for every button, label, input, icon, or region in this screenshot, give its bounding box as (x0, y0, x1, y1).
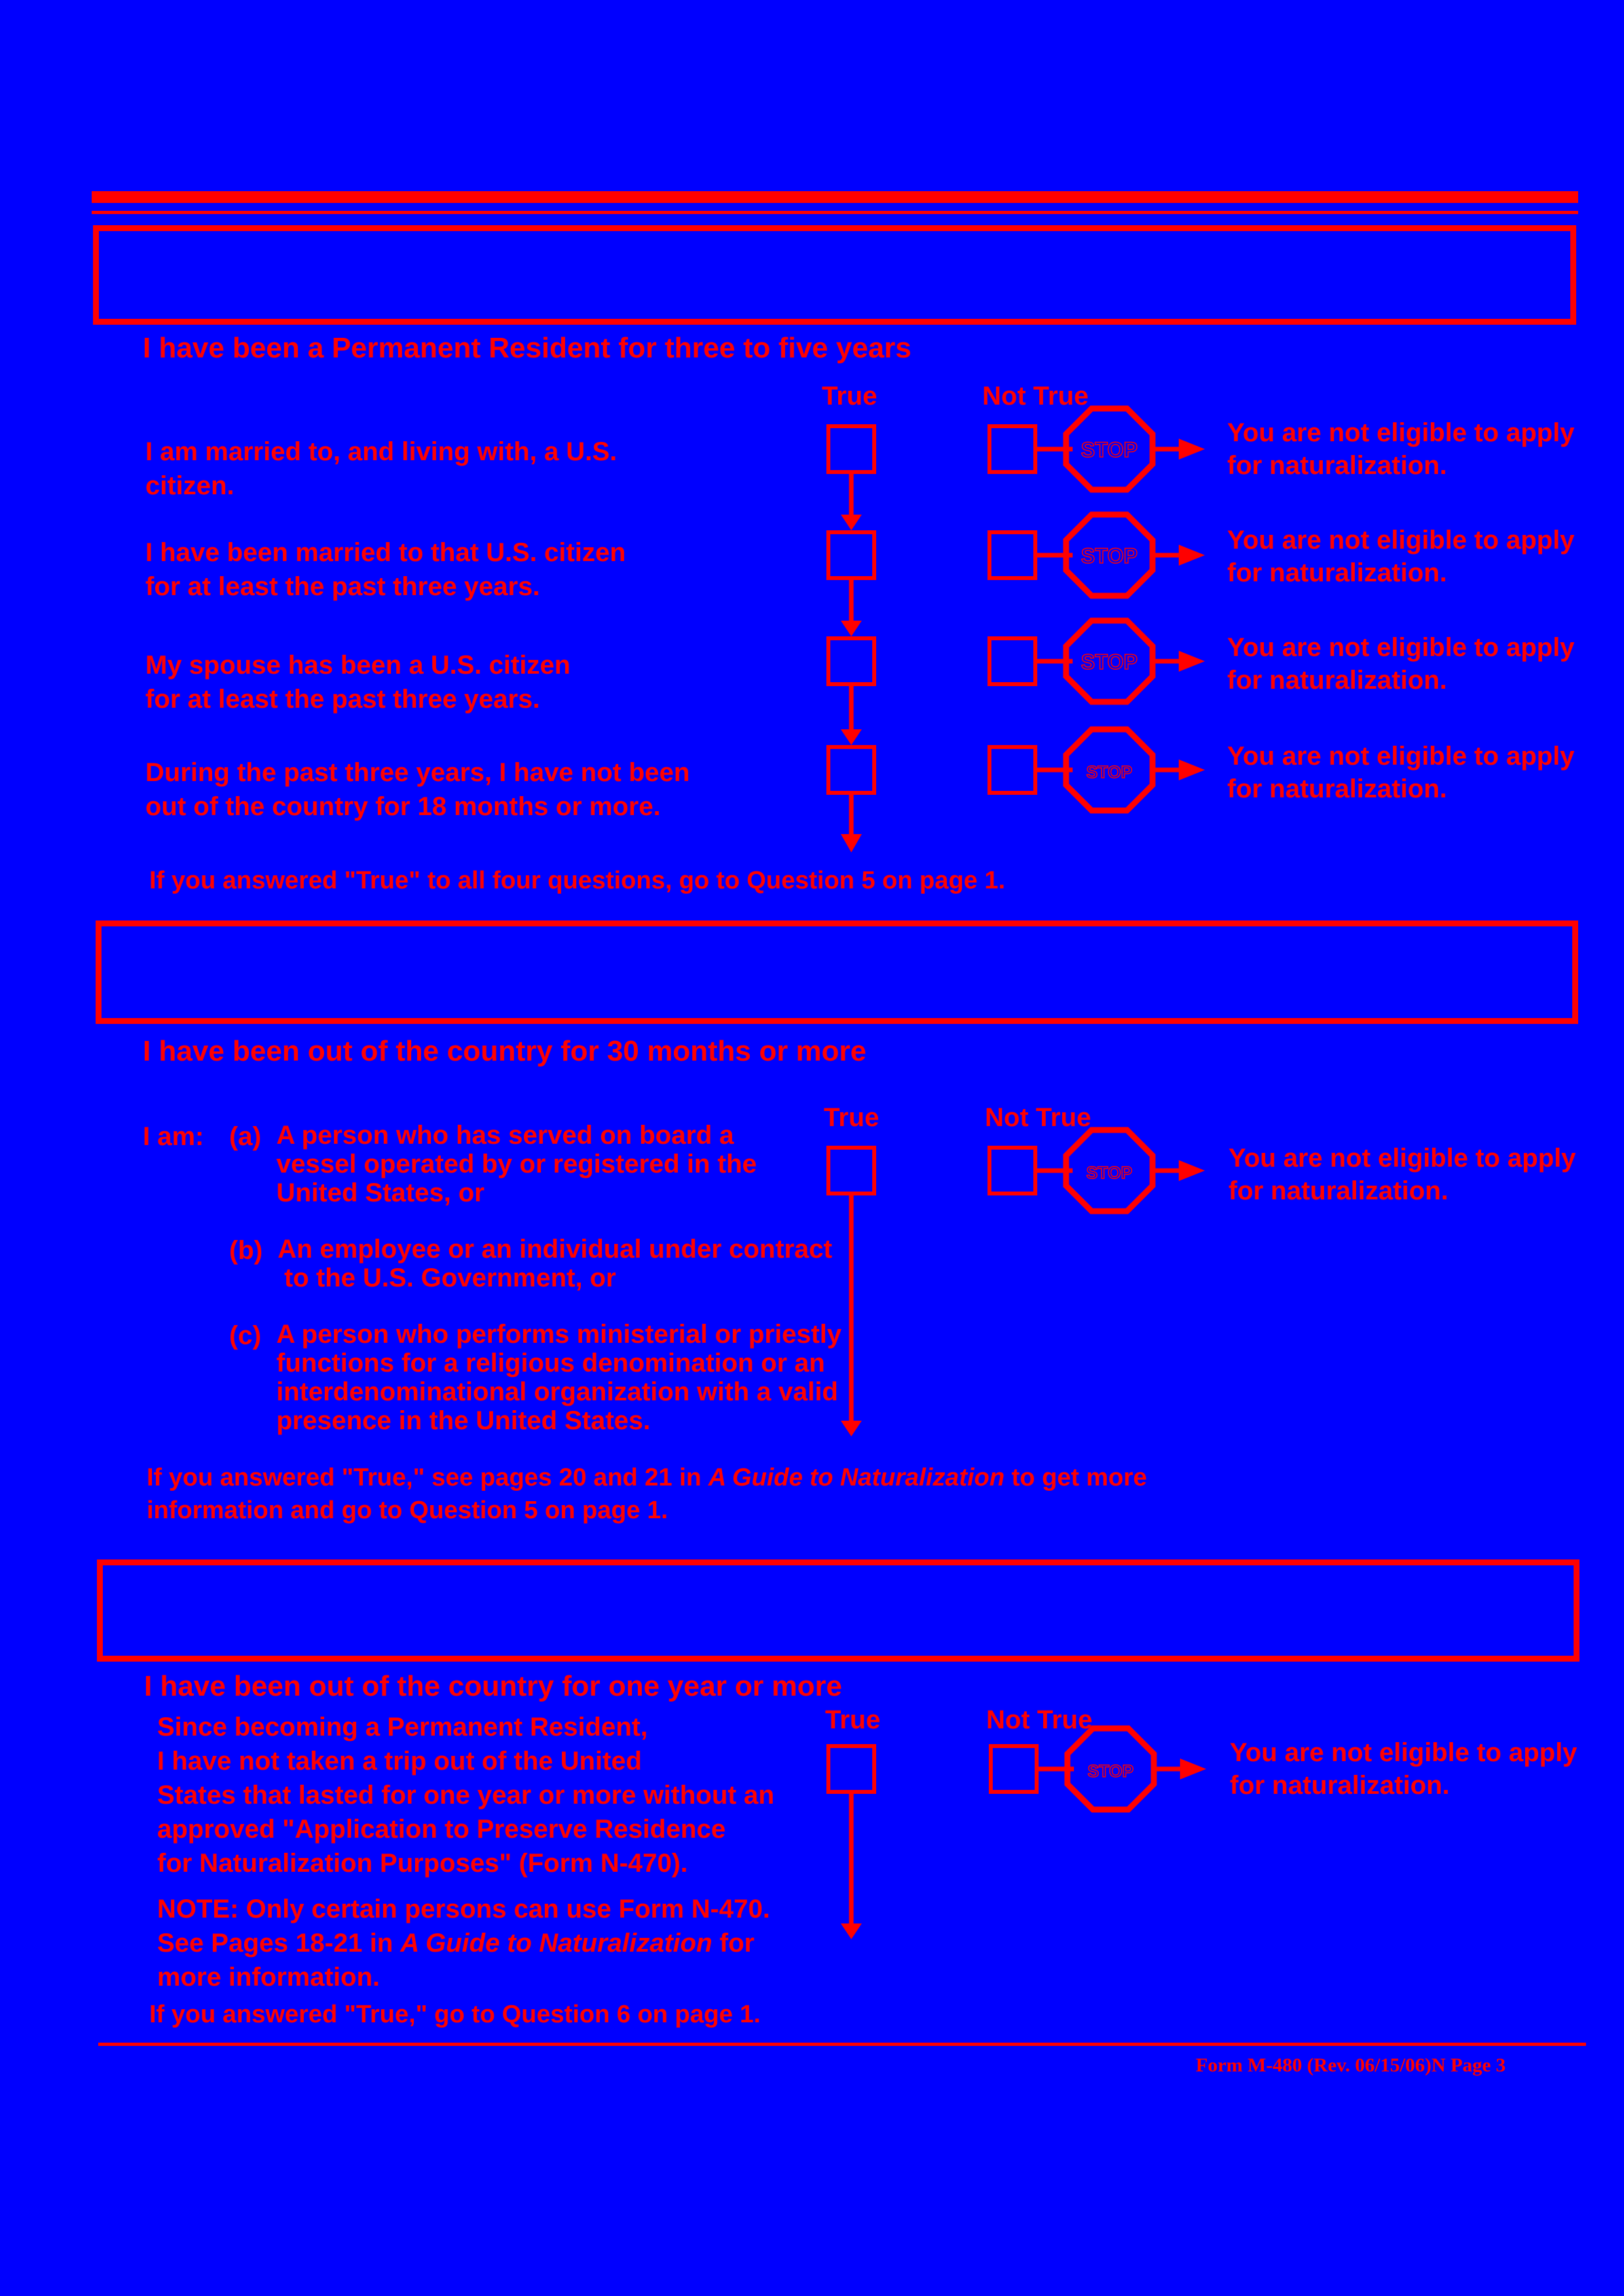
section1-result-4: You are not eligible to apply for natural… (1227, 742, 1575, 803)
section1-stop-sign-2: STOP (1037, 511, 1205, 599)
bottom-rule (98, 2043, 1586, 2046)
section1-down-arrow-1 (841, 515, 862, 530)
section1-down-arrow-2 (841, 621, 862, 636)
section1-footer: If you answered "True" to all four quest… (149, 867, 1006, 894)
svg-text:STOP: STOP (1081, 650, 1138, 674)
section2-flow-graphics: STOP (841, 1127, 1205, 1436)
section3-footer: If you answered "True," go to Question 6… (149, 2001, 761, 2028)
svg-text:STOP: STOP (1088, 1761, 1134, 1781)
section3-result: You are not eligible to apply for natural… (1230, 1738, 1578, 1800)
section1-result-3: You are not eligible to apply for natural… (1227, 633, 1575, 695)
section1-result-1: You are not eligible to apply for natural… (1227, 418, 1575, 480)
section3-banner (97, 1559, 1579, 1662)
section3-heading: I have been out of the country for one y… (144, 1670, 842, 1702)
section1-down-arrow-4 (841, 834, 862, 852)
section2-result: You are not eligible to apply for natural… (1228, 1144, 1576, 1205)
section1-stop-sign-1: STOP (1037, 405, 1205, 493)
section1-down-arrow-3 (841, 729, 862, 745)
svg-text:STOP: STOP (1081, 438, 1138, 462)
section2-footer: If you answered "True," see pages 20 and… (147, 1464, 1147, 1524)
section2-stop-sign: STOP (1037, 1127, 1205, 1214)
section1-stop-sign-4: STOP (1037, 726, 1205, 814)
section2-banner (96, 920, 1578, 1024)
section3-stop-sign: STOP (1039, 1725, 1206, 1813)
svg-text:STOP: STOP (1081, 544, 1138, 568)
section1-stop-sign-3: STOP (1037, 617, 1205, 705)
form-number: Form M-480 (Rev. 06/15/06)N Page 3 (1196, 2054, 1506, 2076)
section2-down-arrow (841, 1421, 862, 1436)
svg-text:STOP: STOP (1086, 762, 1132, 782)
section1-result-2: You are not eligible to apply for natural… (1227, 526, 1575, 587)
svg-text:STOP: STOP (1086, 1163, 1132, 1182)
section3-down-arrow (841, 1923, 862, 1939)
